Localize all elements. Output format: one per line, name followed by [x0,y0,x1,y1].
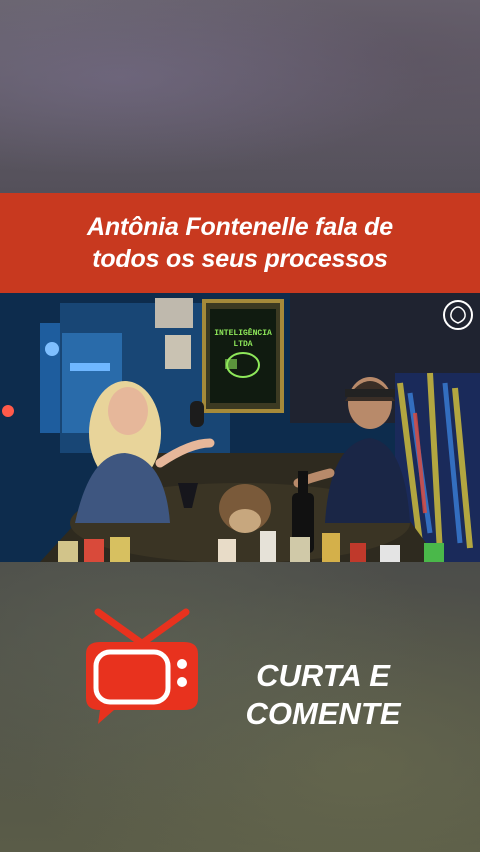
blurred-background-top [0,0,480,193]
call-to-action: CURTA E COMENTE [238,657,408,733]
tv-icon [84,606,200,726]
video-title-line-2: todos os seus processos [92,245,388,273]
set-sign-line-1: INTELIGÊNCIA [214,329,272,338]
cta-line-1: CURTA E [256,658,390,693]
title-banner: Antônia Fontenelle fala de todos os seus… [0,193,480,293]
podcast-scene: INTELIGÊNCIA LTDA [0,293,480,562]
video-title: Antônia Fontenelle fala de todos os seus… [87,211,393,275]
cta-line-2: COMENTE [245,696,401,731]
video-title-line-1: Antônia Fontenelle fala de [87,213,393,241]
set-sign-line-2: LTDA [233,340,252,349]
video-frame[interactable]: INTELIGÊNCIA LTDA [0,293,480,562]
